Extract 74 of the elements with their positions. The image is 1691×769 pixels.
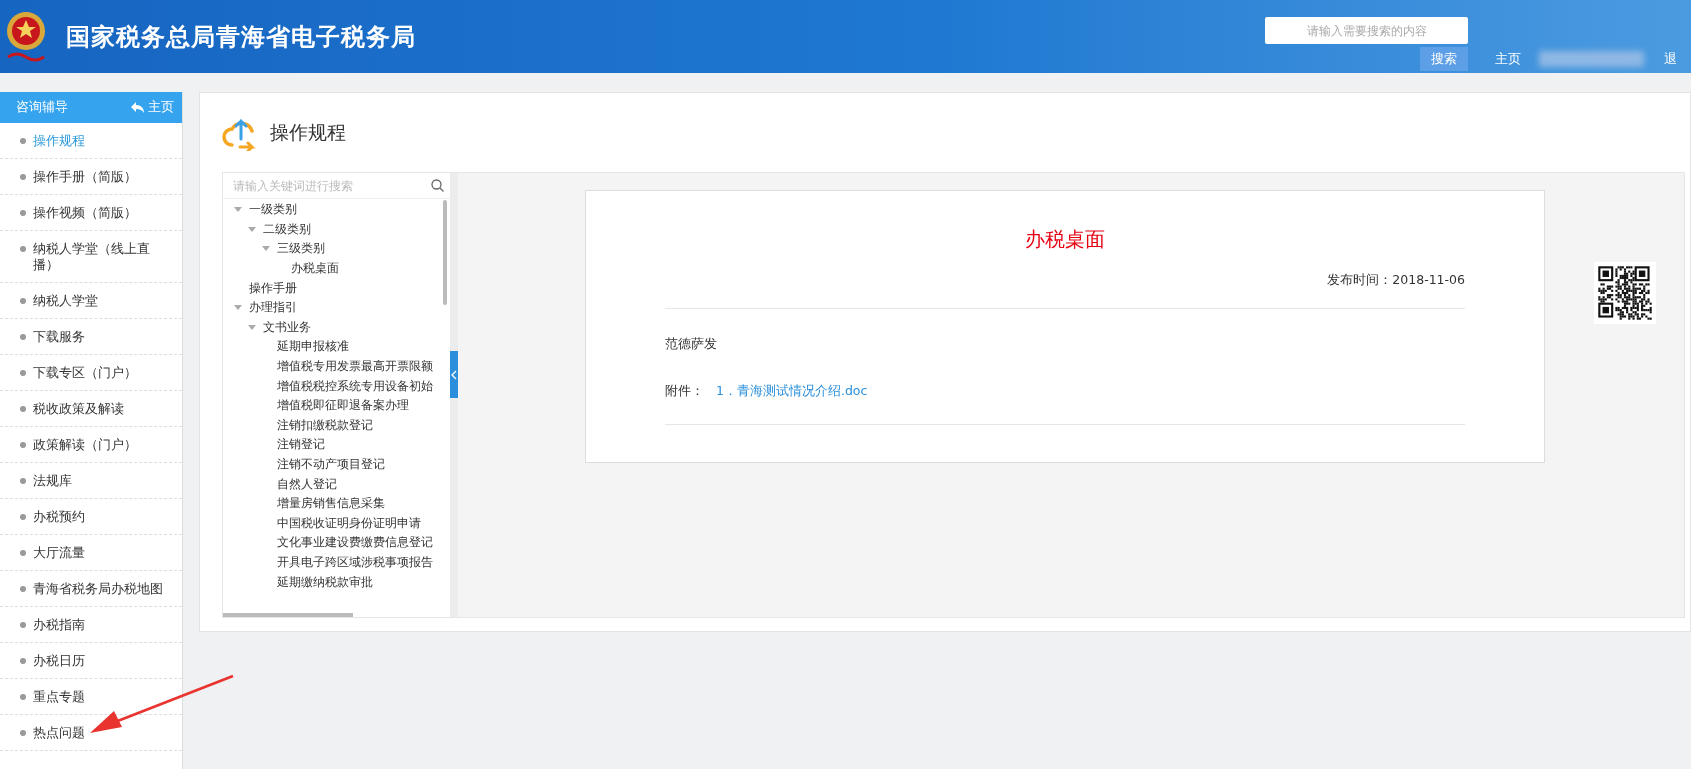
tree-item[interactable]: 增值税即征即退备案办理 xyxy=(273,397,409,415)
scrollbar[interactable] xyxy=(443,200,447,305)
tree-item[interactable]: 增值税专用发票最高开票限额 xyxy=(273,358,433,376)
tree-item[interactable]: 开具电子跨区域涉税事项报告 xyxy=(273,554,433,571)
sidebar-item[interactable]: 纳税人学堂（线上直播） xyxy=(33,241,163,273)
bullet-icon xyxy=(20,210,26,216)
bullet-icon xyxy=(20,370,26,376)
tree-item[interactable]: 一级类别 xyxy=(245,201,297,219)
qr-code-icon xyxy=(1594,262,1656,324)
bullet-icon xyxy=(20,658,26,664)
sidebar-item[interactable]: 税收政策及解读 xyxy=(33,401,124,417)
tree-item[interactable]: 注销扣缴税款登记 xyxy=(273,416,373,434)
bullet-icon xyxy=(20,586,26,592)
document-body: 范德萨发 xyxy=(665,336,718,353)
sidebar-item[interactable]: 政策解读（门户） xyxy=(33,437,137,453)
caret-icon[interactable] xyxy=(234,305,242,311)
bullet-icon xyxy=(20,694,26,700)
tree-item[interactable]: 注销登记 xyxy=(273,436,325,454)
tree-item[interactable]: 中国税收证明身份证明申请 xyxy=(273,514,421,532)
bullet-icon xyxy=(20,334,26,340)
tree-item[interactable]: 操作手册 xyxy=(245,279,297,297)
document-title: 办税桌面 xyxy=(1024,226,1106,253)
reply-icon xyxy=(131,102,144,113)
caret-icon[interactable] xyxy=(248,324,256,330)
chevron-left-icon xyxy=(451,369,457,380)
bullet-icon xyxy=(20,514,26,520)
tree-item[interactable]: 自然人登记 xyxy=(273,475,337,493)
tree-item[interactable]: 办税桌面 xyxy=(287,260,339,278)
tree-item[interactable]: 延期缴纳税款审批 xyxy=(273,573,373,591)
scrollbar[interactable] xyxy=(223,613,353,617)
sidebar-item[interactable]: 大厅流量 xyxy=(33,545,85,561)
bullet-icon xyxy=(20,478,26,484)
bullet-icon xyxy=(20,174,26,180)
sidebar-item[interactable]: 操作手册（简版） xyxy=(33,169,137,185)
collapse-button[interactable] xyxy=(450,351,458,398)
sidebar-item[interactable]: 办税日历 xyxy=(33,653,85,669)
sidebar-item[interactable]: 下载专区（门户） xyxy=(33,365,137,381)
tree-item[interactable]: 文化事业建设费缴费信息登记 xyxy=(273,534,433,552)
tree-item[interactable]: 文书业务 xyxy=(259,318,311,336)
bullet-icon xyxy=(20,442,26,448)
bullet-icon xyxy=(20,246,26,252)
tree-item[interactable]: 增值税税控系统专用设备初始 xyxy=(273,377,433,395)
tree-item[interactable]: 二级类别 xyxy=(259,220,311,238)
publish-date: 发布时间：2018-11-06 xyxy=(1326,272,1465,289)
bullet-icon xyxy=(20,406,26,412)
sidebar-item[interactable]: 下载服务 xyxy=(33,329,85,345)
tree-item[interactable]: 增量房销售信息采集 xyxy=(273,495,385,513)
sidebar-item[interactable]: 热点问题 xyxy=(33,725,85,741)
sidebar-item[interactable]: 办税指南 xyxy=(33,617,85,633)
sidebar-title: 咨询辅导 xyxy=(16,99,68,116)
page-title: 操作规程 xyxy=(270,119,346,145)
sidebar-item[interactable]: 纳税人学堂 xyxy=(33,293,98,309)
bullet-icon xyxy=(20,298,26,304)
bullet-icon xyxy=(20,730,26,736)
tree-item[interactable]: 办理指引 xyxy=(245,299,297,317)
sidebar-item[interactable]: 办税预约 xyxy=(33,509,85,525)
sidebar-item[interactable]: 青海省税务局办税地图 xyxy=(33,581,163,597)
attachment-link[interactable]: 1．青海测试情况介绍.doc xyxy=(716,383,868,400)
search-field[interactable]: 请输入需要搜索的内容 xyxy=(1265,17,1468,44)
sidebar-item[interactable]: 操作视频（简版） xyxy=(33,205,137,221)
search-icon[interactable] xyxy=(431,179,444,192)
caret-icon[interactable] xyxy=(248,226,256,232)
bullet-icon xyxy=(20,550,26,556)
sidebar-item[interactable]: 法规库 xyxy=(33,473,72,489)
tree-item[interactable]: 三级类别 xyxy=(273,240,325,258)
tree-item[interactable]: 延期申报核准 xyxy=(273,338,349,356)
bullet-icon xyxy=(20,138,26,144)
site-title: 国家税务总局青海省电子税务局 xyxy=(66,21,416,53)
bullet-icon xyxy=(20,622,26,628)
attachment-label: 附件： xyxy=(665,383,704,400)
tree-item[interactable]: 注销不动产项目登记 xyxy=(273,456,385,473)
caret-icon[interactable] xyxy=(262,246,270,252)
sidebar-item[interactable]: 重点专题 xyxy=(33,689,85,705)
caret-icon[interactable] xyxy=(234,207,242,213)
